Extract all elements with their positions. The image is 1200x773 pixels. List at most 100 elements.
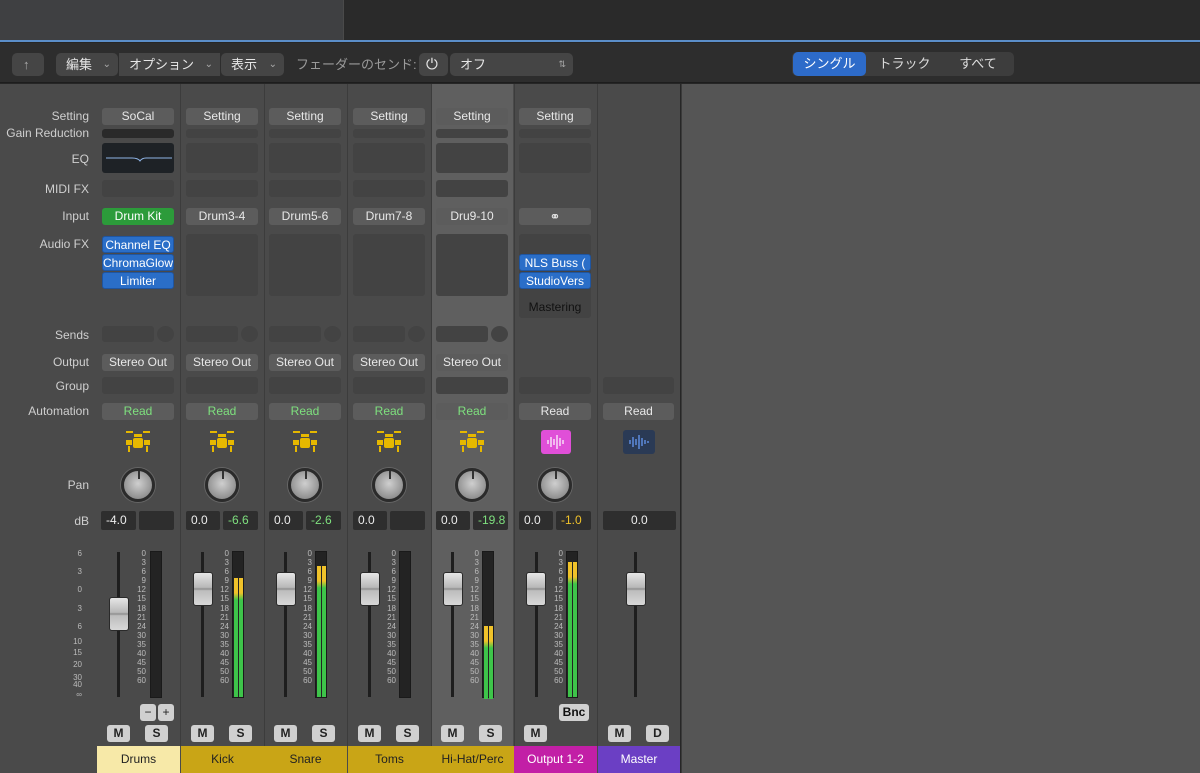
volume-fader[interactable] xyxy=(443,572,463,606)
pan-knob[interactable] xyxy=(538,468,572,502)
audio-fx-slot[interactable]: Channel EQ xyxy=(102,236,174,253)
solo-button[interactable]: S xyxy=(312,725,335,742)
track-name[interactable]: Kick xyxy=(181,746,264,773)
solo-button[interactable]: S xyxy=(145,725,168,742)
eq-thumbnail[interactable] xyxy=(102,143,174,173)
input-button[interactable]: Drum5-6 xyxy=(269,208,341,225)
group-slot[interactable] xyxy=(102,377,174,394)
pan-knob[interactable] xyxy=(372,468,406,502)
automation-button[interactable]: Read xyxy=(269,403,341,420)
output-button[interactable]: Stereo Out xyxy=(269,354,341,371)
group-slot[interactable] xyxy=(603,377,674,394)
track-name[interactable]: Snare xyxy=(264,746,347,773)
volume-fader[interactable] xyxy=(626,572,646,606)
track-name[interactable]: Hi-Hat/Perc xyxy=(431,746,514,773)
tab-all[interactable]: すべて xyxy=(943,52,1013,76)
output-button[interactable]: Stereo Out xyxy=(436,354,508,371)
eq-thumbnail[interactable] xyxy=(353,143,425,173)
eq-thumbnail[interactable] xyxy=(436,143,508,173)
solo-button[interactable]: S xyxy=(396,725,419,742)
track-name[interactable]: Output 1-2 xyxy=(514,746,597,773)
automation-button[interactable]: Read xyxy=(102,403,174,420)
pan-knob[interactable] xyxy=(121,468,155,502)
solo-button[interactable]: S xyxy=(229,725,252,742)
volume-value[interactable]: 0.0 xyxy=(353,511,387,530)
volume-fader[interactable] xyxy=(276,572,296,606)
eq-thumbnail[interactable] xyxy=(519,143,591,173)
send-slot[interactable] xyxy=(353,326,405,342)
volume-value[interactable]: 0.0 xyxy=(436,511,470,530)
volume-fader[interactable] xyxy=(193,572,213,606)
volume-value[interactable]: -4.0 xyxy=(101,511,136,530)
input-button[interactable]: Drum Kit xyxy=(102,208,174,225)
output-button[interactable]: Stereo Out xyxy=(186,354,258,371)
automation-button[interactable]: Read xyxy=(353,403,425,420)
group-slot[interactable] xyxy=(519,377,591,394)
send-knob[interactable] xyxy=(241,326,258,342)
track-name[interactable]: Toms xyxy=(348,746,431,773)
midi-fx-slot[interactable] xyxy=(353,180,425,197)
group-slot[interactable] xyxy=(269,377,341,394)
tab-single[interactable]: シングル xyxy=(793,52,866,76)
send-knob[interactable] xyxy=(491,326,508,342)
send-slot[interactable] xyxy=(102,326,154,342)
pan-knob[interactable] xyxy=(205,468,239,502)
mute-button[interactable]: M xyxy=(191,725,214,742)
audio-fx-slot[interactable]: ChromaGlow xyxy=(102,254,174,271)
volume-value[interactable]: 0.0 xyxy=(186,511,220,530)
track-name[interactable]: Master xyxy=(598,746,680,773)
mute-button[interactable]: M xyxy=(358,725,381,742)
send-slot[interactable] xyxy=(436,326,488,342)
back-button[interactable]: ↑ xyxy=(12,53,44,76)
group-slot[interactable] xyxy=(186,377,258,394)
audio-fx-slot[interactable]: Limiter xyxy=(102,272,174,289)
mute-button[interactable]: M xyxy=(524,725,547,742)
midi-fx-slot[interactable] xyxy=(186,180,258,197)
view-menu[interactable]: 表示 ⌄ xyxy=(221,53,284,76)
sends-select[interactable]: オフ ⇅ xyxy=(450,53,573,76)
setting-button[interactable]: Setting xyxy=(353,108,425,125)
input-button[interactable]: Drum7-8 xyxy=(353,208,425,225)
send-knob[interactable] xyxy=(157,326,174,342)
options-menu[interactable]: オプション ⌄ xyxy=(119,53,220,76)
send-slot[interactable] xyxy=(269,326,321,342)
stereo-link-icon[interactable]: ⚭ xyxy=(519,208,591,225)
pan-knob[interactable] xyxy=(288,468,322,502)
volume-value[interactable]: 0.0 xyxy=(603,511,676,530)
solo-button[interactable]: S xyxy=(479,725,502,742)
midi-fx-slot[interactable] xyxy=(102,180,174,197)
automation-button[interactable]: Read xyxy=(603,403,674,420)
mute-button[interactable]: M xyxy=(107,725,130,742)
input-button[interactable]: Dru9-10 xyxy=(436,208,508,225)
send-knob[interactable] xyxy=(408,326,425,342)
output-button[interactable]: Stereo Out xyxy=(353,354,425,371)
setting-button[interactable]: Setting xyxy=(186,108,258,125)
audio-fx-slot[interactable] xyxy=(269,234,341,296)
audio-fx-slot[interactable]: NLS Buss ( xyxy=(519,254,591,271)
group-slot[interactable] xyxy=(436,377,508,394)
automation-button[interactable]: Read xyxy=(186,403,258,420)
volume-fader[interactable] xyxy=(109,597,129,631)
eq-thumbnail[interactable] xyxy=(186,143,258,173)
remove-button[interactable]: − xyxy=(140,704,156,721)
edit-menu[interactable]: 編集 ⌄ xyxy=(56,53,118,76)
send-slot[interactable] xyxy=(186,326,238,342)
mute-button[interactable]: M xyxy=(608,725,631,742)
setting-button[interactable]: Setting xyxy=(269,108,341,125)
setting-button[interactable]: Setting xyxy=(436,108,508,125)
setting-button[interactable]: SoCal xyxy=(102,108,174,125)
midi-fx-slot[interactable] xyxy=(269,180,341,197)
automation-button[interactable]: Read xyxy=(519,403,591,420)
dim-button[interactable]: D xyxy=(646,725,669,742)
volume-value[interactable]: 0.0 xyxy=(269,511,303,530)
send-knob[interactable] xyxy=(324,326,341,342)
setting-button[interactable]: Setting xyxy=(519,108,591,125)
tab-track[interactable]: トラック xyxy=(868,52,941,76)
bounce-button[interactable]: Bnc xyxy=(559,704,589,721)
output-button[interactable]: Stereo Out xyxy=(102,354,174,371)
automation-button[interactable]: Read xyxy=(436,403,508,420)
input-button[interactable]: Drum3-4 xyxy=(186,208,258,225)
group-slot[interactable] xyxy=(353,377,425,394)
add-button[interactable]: + xyxy=(158,704,174,721)
midi-fx-slot[interactable] xyxy=(436,180,508,197)
